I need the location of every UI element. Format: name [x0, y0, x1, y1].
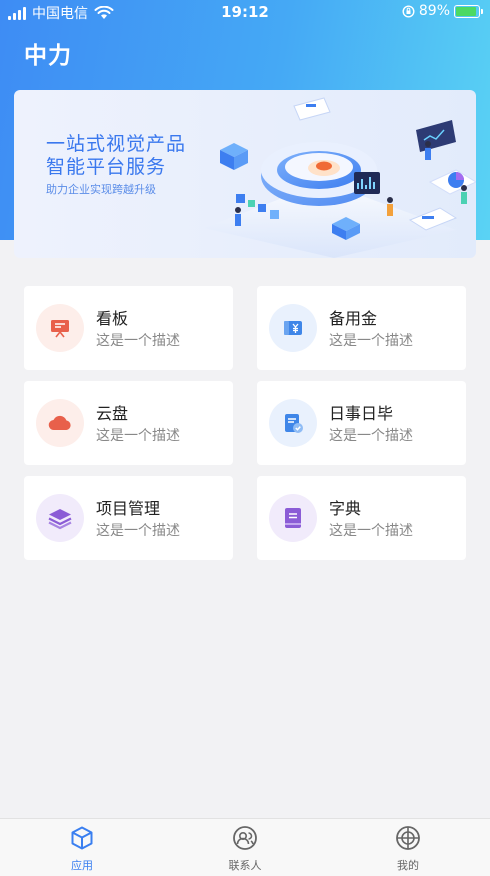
battery-fill — [456, 6, 476, 16]
status-right: 89% — [402, 3, 483, 19]
card-description: 这是一个描述 — [329, 333, 413, 349]
app-card-project-management[interactable]: 项目管理 这是一个描述 — [24, 476, 233, 560]
tab-apps[interactable]: 应用 — [37, 825, 127, 873]
tab-label: 联系人 — [228, 859, 262, 872]
banner-headline-2: 智能平台服务 — [46, 156, 167, 178]
tab-label: 应用 — [71, 859, 93, 872]
card-description: 这是一个描述 — [329, 428, 413, 444]
card-description: 这是一个描述 — [329, 523, 413, 539]
card-description: 这是一个描述 — [96, 523, 180, 539]
cube-icon — [71, 826, 93, 850]
orientation-lock-icon — [402, 4, 415, 18]
app-card-cloud-drive[interactable]: 云盘 这是一个描述 — [24, 381, 233, 465]
tab-profile[interactable]: 我的 — [363, 825, 453, 873]
tab-contacts[interactable]: 联系人 — [200, 825, 290, 873]
contacts-icon — [233, 826, 257, 850]
page-title: 中力 — [24, 43, 72, 69]
app-card-daily-tasks[interactable]: 日事日毕 这是一个描述 — [257, 381, 466, 465]
cloud-icon — [36, 399, 84, 447]
card-title: 看板 — [96, 309, 129, 328]
app-card-petty-cash[interactable]: 备用金 这是一个描述 — [257, 286, 466, 370]
card-title: 日事日毕 — [329, 404, 394, 423]
card-title: 备用金 — [329, 309, 378, 328]
app-card-dictionary[interactable]: 字典 这是一个描述 — [257, 476, 466, 560]
card-title: 云盘 — [96, 404, 129, 423]
battery-percent: 89% — [418, 3, 450, 19]
card-description: 这是一个描述 — [96, 333, 180, 349]
card-description: 这是一个描述 — [96, 428, 180, 444]
book-icon — [269, 494, 317, 542]
status-bar: 中国电信 19:12 89% — [0, 0, 490, 26]
yuan-wallet-icon — [269, 304, 317, 352]
presentation-board-icon — [36, 304, 84, 352]
isometric-platform-illustration — [204, 97, 476, 258]
layers-icon — [36, 494, 84, 542]
card-title: 字典 — [329, 499, 362, 518]
banner-subtitle: 助力企业实现跨越升级 — [46, 183, 156, 196]
crosshair-icon — [396, 826, 420, 850]
battery-icon — [454, 4, 483, 18]
promo-banner[interactable]: 一站式视觉产品 智能平台服务 助力企业实现跨越升级 — [14, 90, 476, 258]
tab-label: 我的 — [397, 859, 419, 872]
app-card-kanban[interactable]: 看板 这是一个描述 — [24, 286, 233, 370]
task-checklist-icon — [269, 399, 317, 447]
card-title: 项目管理 — [96, 499, 161, 518]
bottom-tab-bar: 应用 联系人 我的 — [0, 818, 490, 876]
banner-headline-1: 一站式视觉产品 — [46, 133, 187, 155]
